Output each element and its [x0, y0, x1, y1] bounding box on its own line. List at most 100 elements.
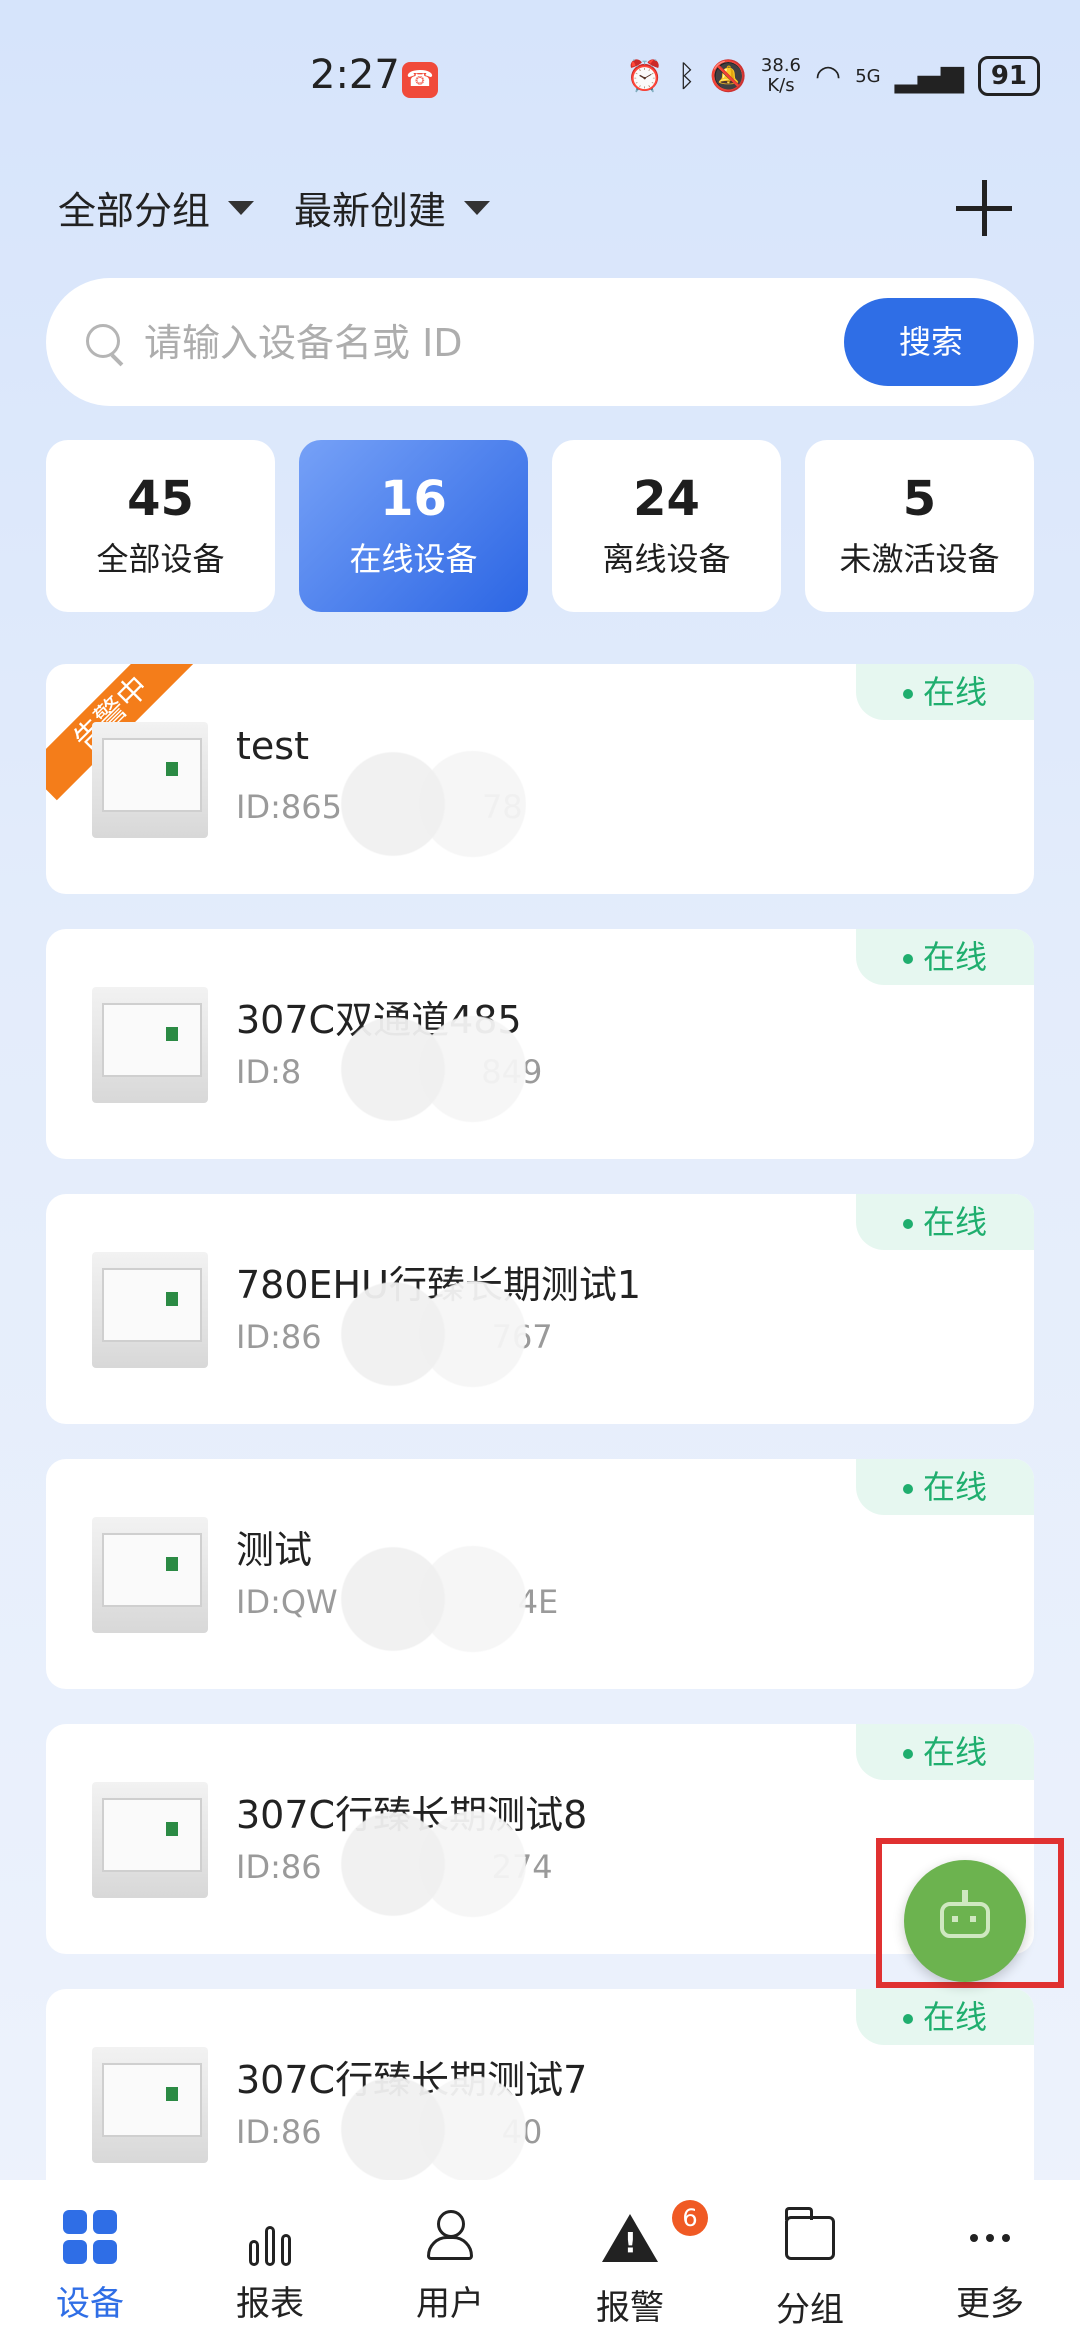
- robot-icon: [940, 1890, 990, 1938]
- nav-label: 更多: [956, 2284, 1024, 2324]
- search-icon: [86, 324, 120, 358]
- wifi-icon: ◠: [815, 58, 842, 94]
- assistant-fab-button[interactable]: [904, 1860, 1026, 1982]
- stat-inactive-devices[interactable]: 5 未激活设备: [805, 440, 1034, 612]
- stat-value: 45: [127, 471, 194, 527]
- device-list: 告警中 test ID:86578 在线 307C双通道485 ID:8849 …: [46, 664, 1034, 2254]
- bottom-nav: 设备 报表 用户 6 报警 分组 更多: [0, 2180, 1080, 2340]
- online-dot-icon: [902, 689, 913, 699]
- chevron-down-icon: [464, 200, 491, 215]
- device-name: 测试: [236, 1528, 313, 1572]
- device-card[interactable]: 告警中 test ID:86578 在线: [46, 664, 1034, 894]
- redaction-mask: [336, 2069, 526, 2189]
- status-text: 在线: [922, 1468, 987, 1506]
- status-icons: ⏰ ᛒ 🔕 38.6 K/s ◠ 5G ▂▄▆ 91: [626, 56, 1040, 96]
- device-thumbnail: [92, 722, 208, 838]
- online-dot-icon: [902, 1219, 913, 1229]
- status-text: 在线: [922, 1998, 987, 2036]
- status-text: 在线: [922, 1203, 987, 1241]
- stat-label: 离线设备: [602, 540, 731, 578]
- status-badge: 在线: [856, 1724, 1034, 1780]
- battery-indicator: 91: [977, 56, 1040, 96]
- mute-icon: 🔕: [709, 58, 747, 94]
- device-card[interactable]: 780EHU行臻长期测试1 ID:86767 在线: [46, 1194, 1034, 1424]
- stat-all-devices[interactable]: 45 全部设备: [46, 440, 275, 612]
- network-speed-unit: K/s: [767, 75, 795, 96]
- filter-row: 全部分组 最新创建: [58, 180, 491, 235]
- nav-label: 报警: [596, 2288, 664, 2328]
- stat-label: 在线设备: [349, 540, 478, 578]
- warning-icon: [602, 2214, 658, 2270]
- chevron-down-icon: [228, 200, 255, 215]
- device-id-prefix: ID:86: [236, 1848, 322, 1886]
- status-badge: 在线: [856, 1194, 1034, 1250]
- stat-value: 5: [902, 471, 937, 527]
- redaction-mask: [336, 1804, 526, 1924]
- device-card[interactable]: 307C双通道485 ID:8849 在线: [46, 929, 1034, 1159]
- bar-chart-icon: [242, 2210, 298, 2266]
- stat-value: 16: [380, 471, 447, 527]
- device-card[interactable]: 测试 ID:QW 4E 在线: [46, 1459, 1034, 1689]
- network-type: 5G: [855, 65, 881, 87]
- status-badge: 在线: [856, 929, 1034, 985]
- device-stats: 45 全部设备 16 在线设备 24 离线设备 5 未激活设备: [46, 440, 1034, 612]
- online-dot-icon: [902, 2014, 913, 2024]
- group-filter-label: 全部分组: [58, 189, 211, 233]
- stat-online-devices[interactable]: 16 在线设备: [299, 440, 528, 612]
- device-id-prefix: ID:86: [236, 2113, 322, 2151]
- device-name: test: [236, 724, 309, 768]
- redaction-mask: [336, 1009, 526, 1129]
- nav-item-reports[interactable]: 报表: [180, 2180, 360, 2340]
- status-bar: 2:27 ☎ ⏰ ᛒ 🔕 38.6 K/s ◠ 5G ▂▄▆ 91: [0, 0, 1080, 150]
- alarm-clock-icon: ⏰: [626, 58, 664, 94]
- device-thumbnail: [92, 2047, 208, 2163]
- add-device-button[interactable]: [956, 180, 1012, 236]
- redaction-mask: [336, 1274, 526, 1394]
- nav-item-devices[interactable]: 设备: [0, 2180, 180, 2340]
- stat-label: 未激活设备: [839, 540, 1000, 578]
- sort-dropdown[interactable]: 最新创建: [294, 180, 491, 235]
- device-thumbnail: [92, 1517, 208, 1633]
- device-thumbnail: [92, 1252, 208, 1368]
- stat-label: 全部设备: [96, 540, 225, 578]
- nav-label: 分组: [776, 2290, 844, 2330]
- online-dot-icon: [902, 954, 913, 964]
- stat-offline-devices[interactable]: 24 离线设备: [552, 440, 781, 612]
- online-dot-icon: [902, 1484, 913, 1494]
- search-input[interactable]: [142, 312, 776, 374]
- status-time: 2:27: [310, 52, 400, 98]
- search-bar: 搜索: [46, 278, 1034, 406]
- status-text: 在线: [922, 938, 987, 976]
- nav-item-more[interactable]: 更多: [900, 2180, 1080, 2340]
- redaction-mask: [336, 744, 526, 864]
- nav-item-groups[interactable]: 分组: [720, 2180, 900, 2340]
- signal-icon: ▂▄▆: [894, 58, 964, 94]
- status-text: 在线: [922, 673, 987, 711]
- nav-label: 报表: [236, 2284, 304, 2324]
- status-badge: 在线: [856, 1459, 1034, 1515]
- search-button[interactable]: 搜索: [844, 298, 1018, 386]
- nav-item-users[interactable]: 用户: [360, 2180, 540, 2340]
- nav-label: 设备: [56, 2284, 124, 2324]
- stat-value: 24: [633, 471, 700, 527]
- redaction-mask: [336, 1539, 526, 1659]
- device-grid-icon: [62, 2210, 118, 2266]
- network-speed: 38.6 K/s: [761, 56, 801, 96]
- device-thumbnail: [92, 987, 208, 1103]
- folder-icon: [782, 2207, 838, 2272]
- status-text: 在线: [922, 1733, 987, 1771]
- more-icon: [962, 2210, 1018, 2266]
- device-id-prefix: ID:8: [236, 1053, 302, 1091]
- sort-label: 最新创建: [294, 189, 447, 233]
- device-id-prefix: ID:QW: [236, 1583, 338, 1621]
- group-filter-dropdown[interactable]: 全部分组: [58, 180, 255, 235]
- nav-label: 用户: [416, 2284, 484, 2324]
- nav-item-alarms[interactable]: 6 报警: [540, 2180, 720, 2340]
- user-icon: [422, 2210, 478, 2266]
- alarm-count-badge: 6: [672, 2200, 708, 2236]
- bluetooth-icon: ᛒ: [677, 58, 696, 94]
- status-badge: 在线: [856, 1989, 1034, 2045]
- status-badge: 在线: [856, 664, 1034, 720]
- call-icon: ☎: [402, 62, 438, 98]
- device-id-prefix: ID:86: [236, 1318, 322, 1356]
